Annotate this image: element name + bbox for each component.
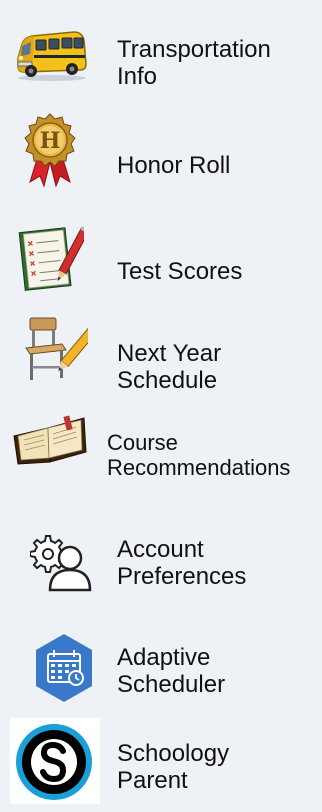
- honor-medal-icon: H: [22, 112, 78, 188]
- menu-item-label: Account Preferences: [117, 536, 247, 590]
- menu-item-label: Schoology Parent: [117, 740, 230, 794]
- menu-item-honor-roll[interactable]: H Honor Roll: [0, 112, 322, 196]
- desk-pencil-icon: [22, 314, 88, 386]
- menu-item-next-year-schedule[interactable]: Next Year Schedule: [0, 314, 322, 400]
- schoology-logo-icon: [10, 718, 100, 804]
- menu-item-adaptive-scheduler[interactable]: Adaptive Scheduler: [0, 632, 322, 710]
- test-sheet-pencil-icon: [14, 222, 84, 294]
- menu-item-account-preferences[interactable]: Account Preferences: [0, 530, 322, 600]
- user-gear-icon: [30, 532, 96, 592]
- menu-item-label: Course Recommendations: [107, 430, 291, 480]
- menu-item-course-recommendations[interactable]: Course Recommendations: [0, 414, 322, 494]
- menu-item-label: Test Scores: [117, 258, 243, 285]
- menu-item-label: Transportation Info: [117, 36, 271, 90]
- menu-item-schoology-parent[interactable]: Schoology Parent: [0, 718, 322, 804]
- menu-item-test-scores[interactable]: Test Scores: [0, 220, 322, 296]
- svg-text:H: H: [40, 128, 61, 154]
- open-book-icon: [10, 414, 88, 466]
- menu-item-label: Next Year Schedule: [117, 340, 222, 394]
- menu-item-label: Adaptive Scheduler: [117, 644, 226, 698]
- school-bus-icon: [12, 28, 90, 82]
- menu-item-label: Honor Roll: [117, 152, 231, 179]
- calendar-hexagon-icon: [32, 632, 96, 704]
- parent-portal-menu: Transportation Info H Honor Roll Test Sc…: [0, 0, 322, 812]
- menu-item-transportation-info[interactable]: Transportation Info: [0, 22, 322, 100]
